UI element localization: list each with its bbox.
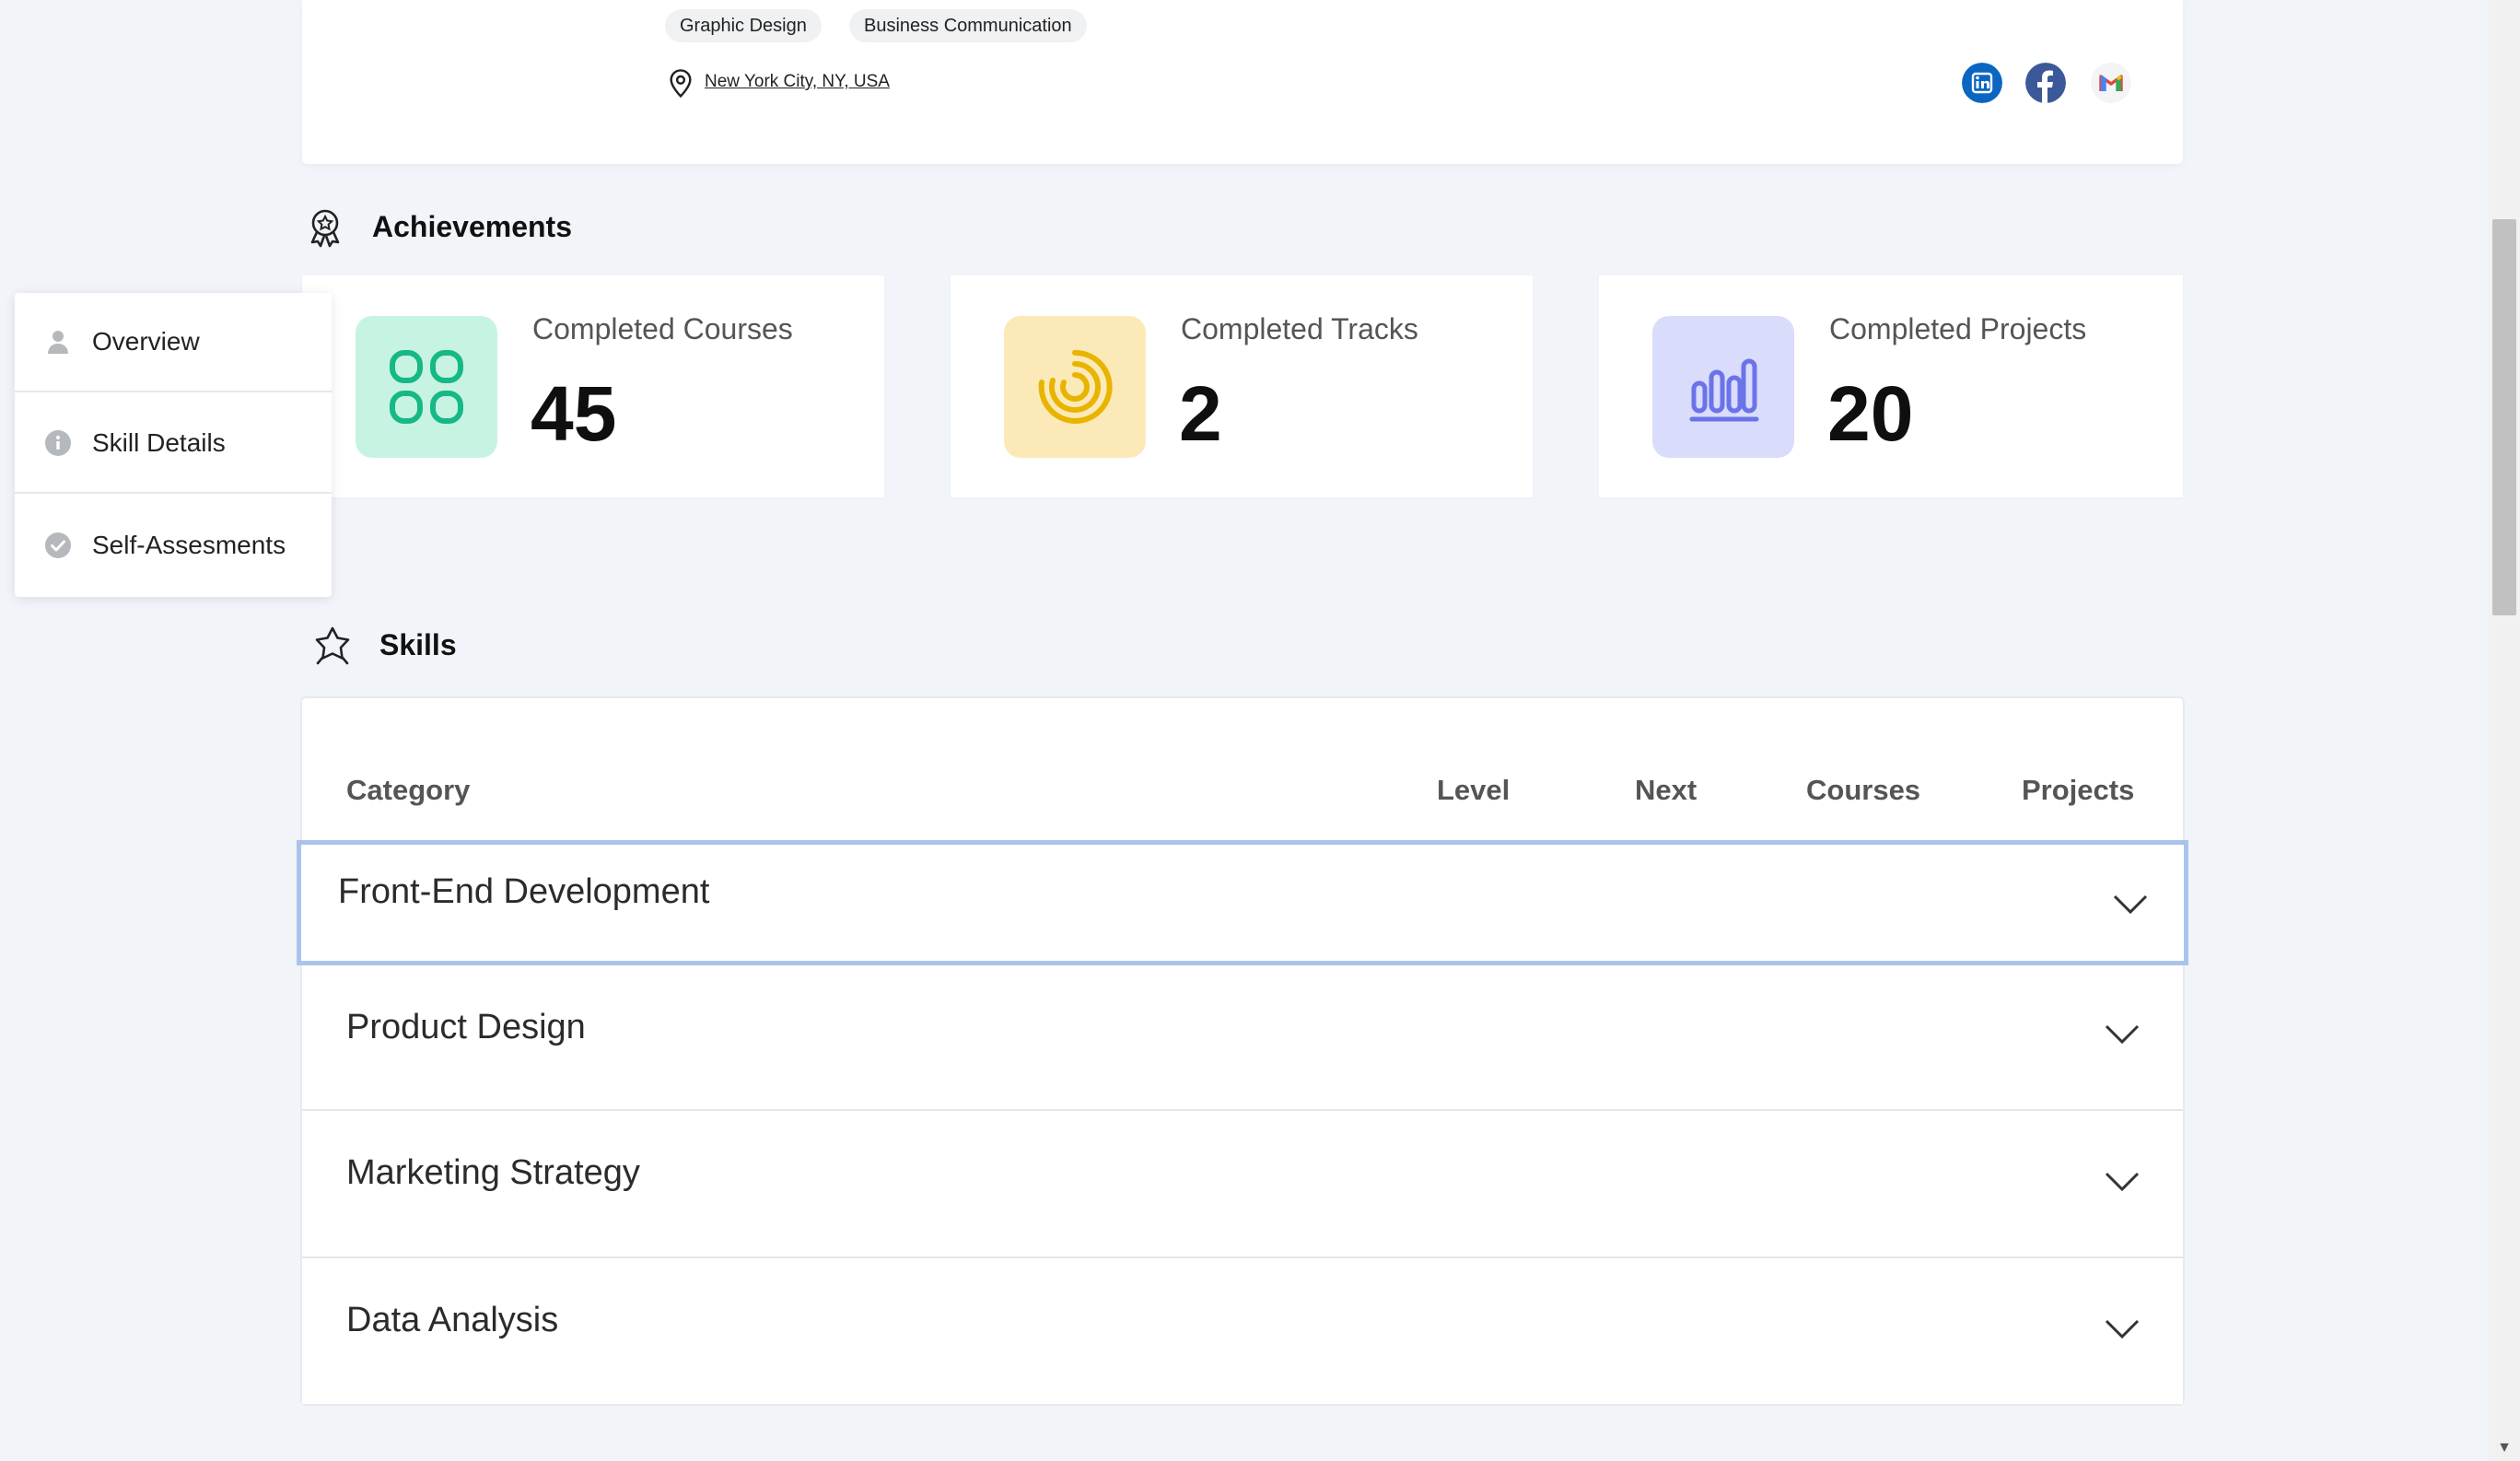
nav-item-overview[interactable]: Overview <box>15 293 332 392</box>
skill-row-product-design[interactable]: Product Design <box>302 965 2183 1111</box>
skill-tag: Graphic Design <box>665 9 822 42</box>
chevron-down-icon <box>2105 1024 2140 1045</box>
skill-row-marketing-strategy[interactable]: Marketing Strategy <box>302 1111 2183 1258</box>
skill-category-name: Product Design <box>346 1008 586 1046</box>
achievement-label: Completed Tracks <box>1181 312 1418 345</box>
star-badge-icon <box>315 626 350 665</box>
column-header-next: Next <box>1635 774 1698 806</box>
apps-grid-icon <box>356 316 497 458</box>
skill-category-name: Marketing Strategy <box>346 1153 640 1192</box>
achievements-title: Achievements <box>372 210 572 243</box>
achievement-label: Completed Projects <box>1829 312 2087 345</box>
skill-tag: Business Communication <box>849 9 1087 42</box>
column-header-level: Level <box>1437 774 1511 806</box>
skill-row-data-analysis[interactable]: Data Analysis <box>302 1258 2183 1404</box>
scroll-down-arrow-icon[interactable]: ▼ <box>2492 1439 2516 1457</box>
nav-item-label: Skill Details <box>92 428 226 457</box>
achievement-card-courses: Completed Courses 45 <box>302 275 884 497</box>
skill-row-front-end-development[interactable]: Front-End Development <box>297 840 2188 965</box>
facebook-icon[interactable] <box>2025 63 2066 103</box>
location-pin-icon <box>670 69 692 99</box>
linkedin-icon[interactable] <box>1962 63 2002 103</box>
nav-item-label: Self-Assesments <box>92 531 286 559</box>
check-circle-icon <box>44 532 72 559</box>
achievement-value: 2 <box>1179 370 1222 457</box>
column-header-projects: Projects <box>2022 774 2135 806</box>
scrollbar-thumb[interactable] <box>2492 219 2516 615</box>
spiral-progress-icon <box>1004 316 1146 458</box>
nav-item-skill-details[interactable]: Skill Details <box>15 394 332 494</box>
skill-category-name: Data Analysis <box>346 1301 559 1339</box>
gmail-icon[interactable] <box>2091 63 2131 103</box>
achievement-value: 20 <box>1827 370 1914 457</box>
profile-card <box>302 0 2183 164</box>
achievement-value: 45 <box>531 370 617 457</box>
achievement-card-projects: Completed Projects 20 <box>1599 275 2183 497</box>
chevron-down-icon <box>2105 1172 2140 1192</box>
nav-item-label: Overview <box>92 327 200 356</box>
award-badge-icon <box>310 209 340 248</box>
chevron-down-icon <box>2105 1319 2140 1339</box>
location-text: New York City, NY, USA <box>705 72 890 91</box>
nav-item-self-assessments[interactable]: Self-Assesments <box>15 496 332 595</box>
bar-chart-icon <box>1652 316 1794 458</box>
section-nav: Overview Skill Details Self-Assesments <box>15 293 332 597</box>
chevron-down-icon <box>2113 894 2148 915</box>
column-header-courses: Courses <box>1806 774 1921 806</box>
skills-title: Skills <box>379 628 457 661</box>
column-header-category: Category <box>346 774 471 806</box>
user-icon <box>44 328 72 356</box>
skill-category-name: Front-End Development <box>338 872 710 911</box>
achievement-card-tracks: Completed Tracks 2 <box>951 275 1533 497</box>
achievement-label: Completed Courses <box>532 312 793 345</box>
info-icon <box>44 429 72 457</box>
